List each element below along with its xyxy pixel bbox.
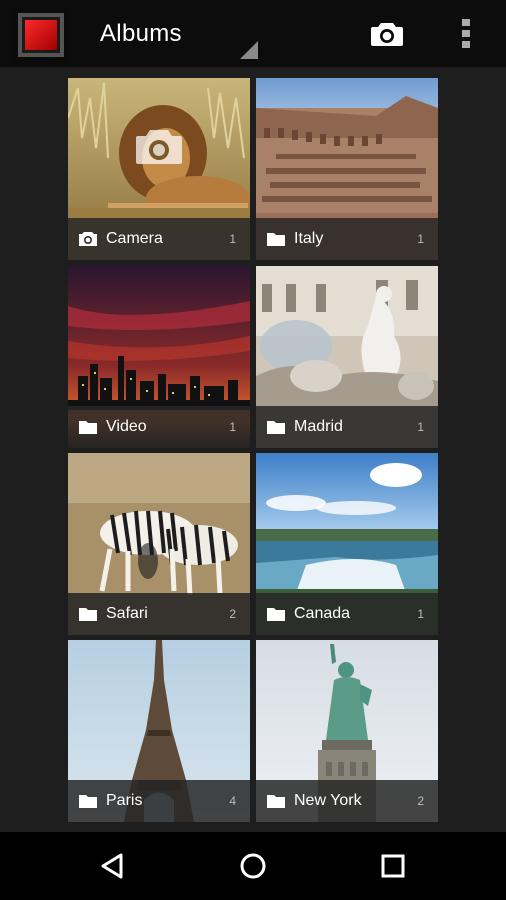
album-name: Canada bbox=[294, 605, 351, 622]
album-count: 1 bbox=[229, 232, 236, 246]
album-label-bar: Italy 1 bbox=[256, 218, 438, 260]
album-count: 1 bbox=[229, 420, 236, 434]
album-name: Video bbox=[106, 418, 147, 435]
album-tile-safari[interactable]: Safari 2 bbox=[68, 453, 250, 635]
camera-overlay-icon bbox=[136, 130, 182, 164]
album-name: New York bbox=[294, 792, 362, 809]
back-icon bbox=[101, 853, 123, 879]
spinner-caret-icon bbox=[240, 41, 258, 59]
recents-icon bbox=[381, 854, 405, 878]
album-spinner[interactable]: Albums bbox=[76, 0, 258, 67]
album-count: 2 bbox=[229, 607, 236, 621]
album-name: Camera bbox=[106, 230, 163, 247]
album-label-bar: Video 1 bbox=[68, 406, 250, 448]
back-button[interactable] bbox=[82, 844, 142, 888]
album-tile-paris[interactable]: Paris 4 bbox=[68, 640, 250, 822]
app-icon[interactable] bbox=[12, 8, 68, 64]
album-name: Paris bbox=[106, 792, 143, 809]
album-name: Safari bbox=[106, 605, 148, 622]
folder-icon bbox=[78, 419, 98, 435]
album-label-bar: Canada 1 bbox=[256, 593, 438, 635]
spinner-title: Albums bbox=[100, 19, 182, 47]
album-count: 1 bbox=[417, 420, 424, 434]
folder-icon bbox=[266, 419, 286, 435]
album-label-bar: Paris 4 bbox=[68, 780, 250, 822]
home-button[interactable] bbox=[223, 844, 283, 888]
folder-icon bbox=[266, 793, 286, 809]
album-count: 1 bbox=[417, 607, 424, 621]
camera-icon bbox=[78, 231, 98, 247]
album-label-bar: Camera 1 bbox=[68, 218, 250, 260]
album-name: Italy bbox=[294, 230, 324, 247]
recents-button[interactable] bbox=[363, 844, 423, 888]
folder-icon bbox=[78, 606, 98, 622]
action-bar: Albums bbox=[0, 0, 506, 67]
camera-icon bbox=[371, 23, 403, 46]
folder-icon bbox=[266, 231, 286, 247]
overflow-menu-button[interactable] bbox=[448, 12, 484, 56]
album-tile-madrid[interactable]: Madrid 1 bbox=[256, 266, 438, 448]
album-tile-italy[interactable]: Italy 1 bbox=[256, 78, 438, 260]
folder-icon bbox=[78, 793, 98, 809]
more-vert-icon bbox=[462, 19, 470, 48]
navigation-bar bbox=[0, 832, 506, 900]
album-label-bar: New York 2 bbox=[256, 780, 438, 822]
album-label-bar: Madrid 1 bbox=[256, 406, 438, 448]
album-tile-camera[interactable]: Camera 1 bbox=[68, 78, 250, 260]
album-tile-canada[interactable]: Canada 1 bbox=[256, 453, 438, 635]
album-count: 1 bbox=[417, 232, 424, 246]
album-label-bar: Safari 2 bbox=[68, 593, 250, 635]
folder-icon bbox=[266, 606, 286, 622]
album-tile-new-york[interactable]: New York 2 bbox=[256, 640, 438, 822]
home-icon bbox=[240, 853, 266, 879]
album-tile-video[interactable]: Video 1 bbox=[68, 266, 250, 448]
album-count: 4 bbox=[229, 794, 236, 808]
album-name: Madrid bbox=[294, 418, 343, 435]
album-count: 2 bbox=[417, 794, 424, 808]
camera-button[interactable] bbox=[362, 14, 412, 54]
